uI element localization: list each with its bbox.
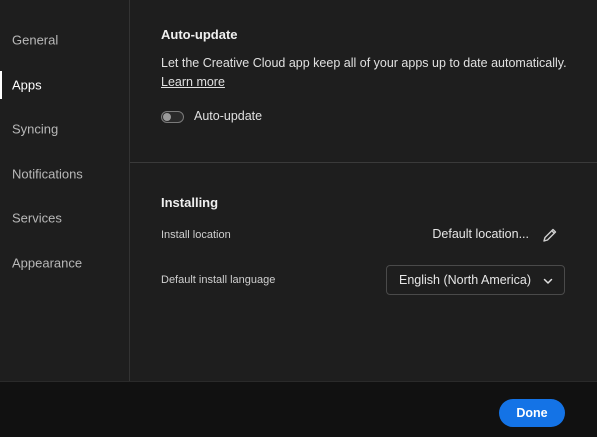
sidebar-item-label: Apps <box>12 77 42 93</box>
sidebar-item-apps[interactable]: Apps <box>0 67 129 103</box>
sidebar-item-label: Services <box>12 210 62 226</box>
auto-update-toggle-label: Auto-update <box>194 109 263 123</box>
install-location-value: Default location... <box>432 227 529 241</box>
sidebar-item-label: Notifications <box>12 166 83 182</box>
toggle-knob <box>163 113 171 121</box>
sidebar-item-general[interactable]: General <box>0 22 129 58</box>
auto-update-toggle[interactable] <box>161 111 184 123</box>
sidebar-item-label: Syncing <box>12 121 59 137</box>
sidebar-item-appearance[interactable]: Appearance <box>0 245 129 281</box>
install-language-selected-value: English (North America) <box>399 273 531 287</box>
preferences-window: General Apps Syncing Notifications Servi… <box>0 0 597 437</box>
active-indicator <box>0 71 2 99</box>
auto-update-description: Let the Creative Cloud app keep all of y… <box>161 54 581 92</box>
auto-update-heading: Auto-update <box>161 27 238 42</box>
sidebar-item-label: General <box>12 32 59 48</box>
sidebar-item-label: Appearance <box>12 255 83 271</box>
section-divider <box>130 162 597 163</box>
sidebar-item-syncing[interactable]: Syncing <box>0 111 129 147</box>
install-language-dropdown[interactable]: English (North America) <box>386 265 565 295</box>
sidebar-item-services[interactable]: Services <box>0 200 129 236</box>
apps-settings-panel: Auto-update Let the Creative Cloud app k… <box>130 0 597 381</box>
sidebar: General Apps Syncing Notifications Servi… <box>0 0 130 381</box>
pencil-icon[interactable] <box>542 227 558 243</box>
learn-more-link[interactable]: Learn more <box>161 75 225 89</box>
dialog-footer: Done <box>0 381 597 437</box>
default-install-language-label: Default install language <box>161 274 276 286</box>
done-button[interactable]: Done <box>499 399 565 427</box>
installing-heading: Installing <box>161 195 219 210</box>
sidebar-item-notifications[interactable]: Notifications <box>0 156 129 192</box>
auto-update-description-text: Let the Creative Cloud app keep all of y… <box>161 56 567 70</box>
install-location-label: Install location <box>161 229 231 241</box>
chevron-down-icon <box>543 278 553 284</box>
